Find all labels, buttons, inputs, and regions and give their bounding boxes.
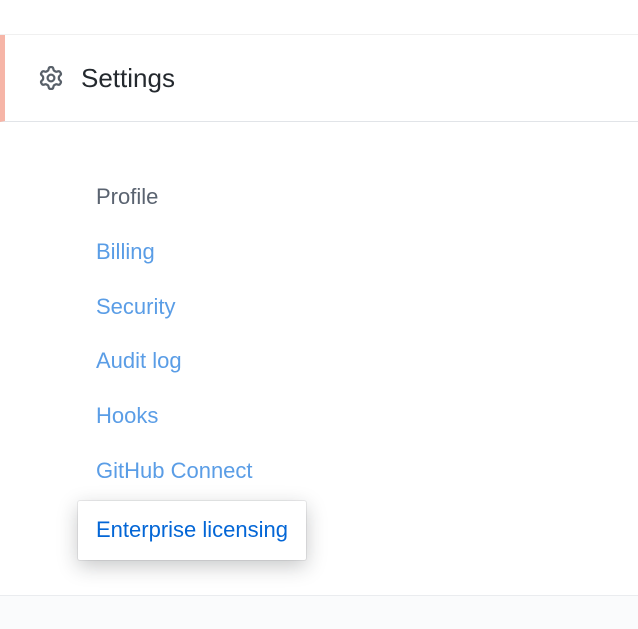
- nav-item-hooks[interactable]: Hooks: [80, 389, 638, 444]
- nav-item-label: Hooks: [96, 403, 158, 428]
- nav-item-security[interactable]: Security: [80, 280, 638, 335]
- top-border: [0, 0, 638, 35]
- nav-item-label: Security: [96, 294, 175, 319]
- nav-item-label: Billing: [96, 239, 155, 264]
- gear-icon: [39, 66, 63, 90]
- nav-item-label: Audit log: [96, 348, 182, 373]
- nav-item-label: GitHub Connect: [96, 458, 253, 483]
- nav-item-billing[interactable]: Billing: [80, 225, 638, 280]
- nav-item-profile[interactable]: Profile: [80, 170, 638, 225]
- nav-item-label: Enterprise licensing: [96, 517, 288, 542]
- nav-item-github-connect[interactable]: GitHub Connect: [80, 444, 638, 499]
- settings-nav: Profile Billing Security Audit log Hooks…: [0, 122, 638, 560]
- nav-item-label: Profile: [96, 184, 158, 209]
- nav-item-enterprise-licensing[interactable]: Enterprise licensing: [78, 501, 306, 560]
- settings-header: Settings: [0, 35, 638, 122]
- nav-item-audit-log[interactable]: Audit log: [80, 334, 638, 389]
- settings-title: Settings: [81, 63, 175, 94]
- bottom-border: [0, 595, 638, 629]
